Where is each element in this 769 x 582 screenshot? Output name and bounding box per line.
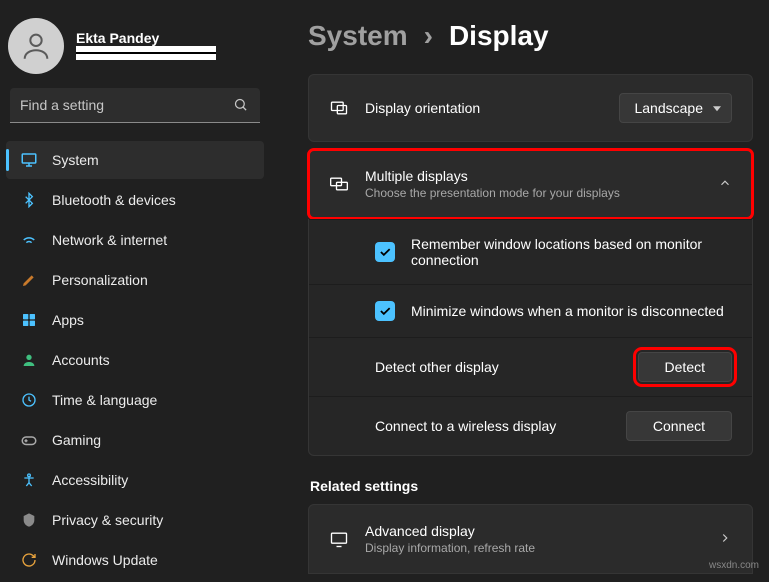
shield-icon bbox=[20, 511, 38, 529]
advanced-display-row[interactable]: Advanced display Display information, re… bbox=[308, 504, 753, 574]
sidebar-item-network[interactable]: Network & internet bbox=[6, 221, 264, 259]
search-icon bbox=[233, 97, 248, 115]
clock-globe-icon bbox=[20, 391, 38, 409]
sidebar-item-label: Time & language bbox=[52, 392, 157, 408]
multi-display-title: Multiple displays bbox=[365, 168, 702, 184]
sidebar-item-label: Windows Update bbox=[52, 552, 158, 568]
paintbrush-icon bbox=[20, 271, 38, 289]
advanced-display-title: Advanced display bbox=[365, 523, 702, 539]
multiple-displays-body: Remember window locations based on monit… bbox=[308, 219, 753, 456]
sidebar-item-label: System bbox=[52, 152, 99, 168]
orientation-select[interactable]: Landscape bbox=[619, 93, 732, 123]
gamepad-icon bbox=[20, 431, 38, 449]
display-orientation-row[interactable]: Display orientation Landscape bbox=[308, 74, 753, 142]
main-content: System › Display Display orientation Lan… bbox=[270, 0, 769, 582]
search-field[interactable] bbox=[10, 88, 260, 123]
connect-button[interactable]: Connect bbox=[626, 411, 732, 441]
minimize-windows-label: Minimize windows when a monitor is disco… bbox=[411, 303, 732, 319]
avatar bbox=[8, 18, 64, 74]
remember-locations-label: Remember window locations based on monit… bbox=[411, 236, 732, 268]
related-settings-header: Related settings bbox=[310, 478, 753, 494]
breadcrumb: System › Display bbox=[308, 20, 753, 52]
sidebar-item-time[interactable]: Time & language bbox=[6, 381, 264, 419]
watermark: wsxdn.com bbox=[709, 560, 759, 571]
bluetooth-icon bbox=[20, 191, 38, 209]
orientation-label: Display orientation bbox=[365, 100, 603, 116]
sidebar-item-label: Apps bbox=[52, 312, 84, 328]
breadcrumb-parent[interactable]: System bbox=[308, 20, 408, 52]
sidebar-item-system[interactable]: System bbox=[6, 141, 264, 179]
user-name: Ekta Pandey bbox=[76, 30, 216, 46]
apps-icon bbox=[20, 311, 38, 329]
search-input[interactable] bbox=[10, 88, 260, 123]
sidebar-item-accessibility[interactable]: Accessibility bbox=[6, 461, 264, 499]
chevron-right-icon bbox=[718, 531, 732, 548]
sidebar-item-label: Personalization bbox=[52, 272, 148, 288]
monitor-icon bbox=[20, 151, 38, 169]
wireless-display-row: Connect to a wireless display Connect bbox=[309, 396, 752, 455]
breadcrumb-current: Display bbox=[449, 20, 549, 52]
chevron-up-icon bbox=[718, 176, 732, 193]
monitor-icon bbox=[329, 529, 349, 549]
user-profile[interactable]: Ekta Pandey bbox=[6, 14, 264, 88]
sidebar-item-label: Network & internet bbox=[52, 232, 167, 248]
orientation-icon bbox=[329, 98, 349, 118]
sidebar-item-label: Accessibility bbox=[52, 472, 128, 488]
detect-label: Detect other display bbox=[375, 359, 622, 375]
sidebar-item-accounts[interactable]: Accounts bbox=[6, 341, 264, 379]
multiple-displays-header[interactable]: Multiple displays Choose the presentatio… bbox=[308, 149, 753, 219]
detect-button[interactable]: Detect bbox=[638, 352, 732, 382]
wireless-label: Connect to a wireless display bbox=[375, 418, 610, 434]
remember-locations-row: Remember window locations based on monit… bbox=[309, 219, 752, 284]
sidebar-item-gaming[interactable]: Gaming bbox=[6, 421, 264, 459]
user-email-redacted bbox=[76, 46, 216, 60]
chevron-right-icon: › bbox=[424, 20, 433, 52]
remember-locations-checkbox[interactable] bbox=[375, 242, 395, 262]
multi-display-subtitle: Choose the presentation mode for your di… bbox=[365, 186, 702, 200]
detect-display-row: Detect other display Detect bbox=[309, 337, 752, 396]
wifi-icon bbox=[20, 231, 38, 249]
minimize-windows-row: Minimize windows when a monitor is disco… bbox=[309, 284, 752, 337]
person-icon bbox=[20, 351, 38, 369]
sidebar-item-apps[interactable]: Apps bbox=[6, 301, 264, 339]
sidebar-item-personalization[interactable]: Personalization bbox=[6, 261, 264, 299]
sidebar-item-bluetooth[interactable]: Bluetooth & devices bbox=[6, 181, 264, 219]
sidebar: Ekta Pandey System Bluetooth & devices N… bbox=[0, 0, 270, 582]
sidebar-item-label: Accounts bbox=[52, 352, 110, 368]
sidebar-item-label: Privacy & security bbox=[52, 512, 163, 528]
sidebar-item-label: Bluetooth & devices bbox=[52, 192, 176, 208]
sidebar-item-privacy[interactable]: Privacy & security bbox=[6, 501, 264, 539]
sidebar-nav: System Bluetooth & devices Network & int… bbox=[6, 141, 264, 579]
multi-display-icon bbox=[329, 174, 349, 194]
sidebar-item-label: Gaming bbox=[52, 432, 101, 448]
advanced-display-subtitle: Display information, refresh rate bbox=[365, 541, 702, 555]
accessibility-icon bbox=[20, 471, 38, 489]
sidebar-item-update[interactable]: Windows Update bbox=[6, 541, 264, 579]
minimize-windows-checkbox[interactable] bbox=[375, 301, 395, 321]
update-icon bbox=[20, 551, 38, 569]
